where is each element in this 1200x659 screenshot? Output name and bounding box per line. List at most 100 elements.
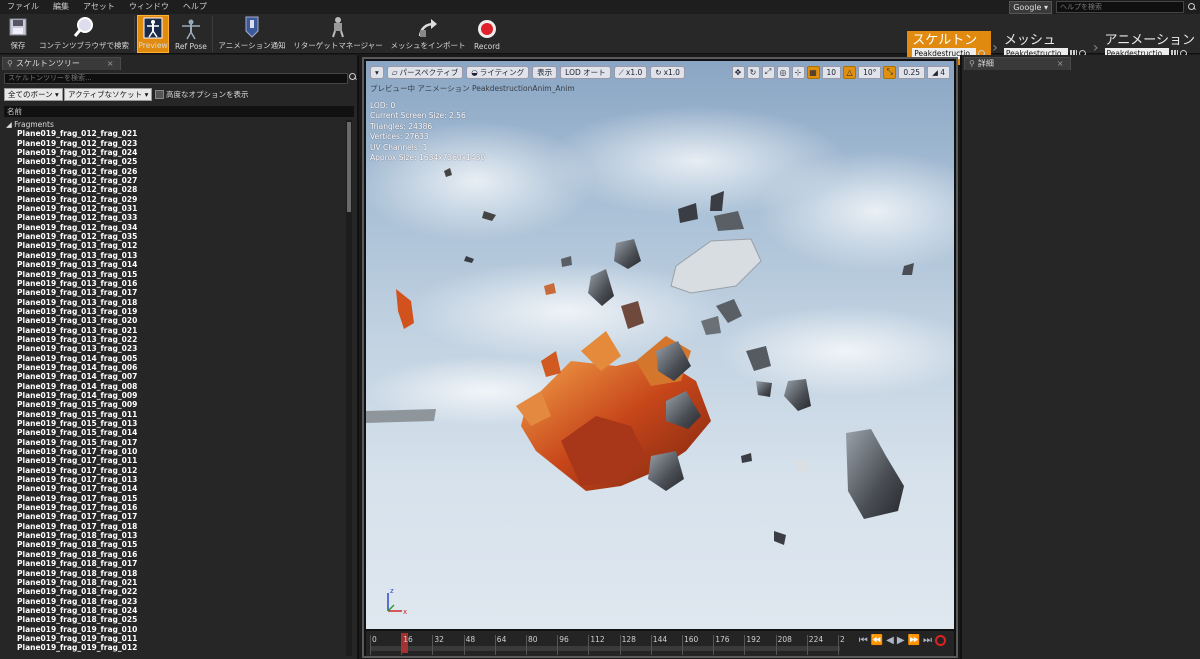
tree-item[interactable]: Plane019_frag_018_frag_013	[4, 531, 346, 540]
world-space-icon[interactable]: ◎	[776, 65, 790, 79]
tree-item[interactable]: Plane019_frag_018_frag_017	[4, 559, 346, 568]
preview-button[interactable]: Preview	[137, 15, 169, 53]
tree-item[interactable]: Plane019_frag_013_frag_022	[4, 335, 346, 344]
tree-item[interactable]: Plane019_frag_013_frag_013	[4, 251, 346, 260]
tree-item[interactable]: Plane019_frag_017_frag_018	[4, 522, 346, 531]
close-icon[interactable]: ×	[1057, 58, 1064, 70]
search-provider-dropdown[interactable]: Google ▾	[1009, 0, 1052, 14]
retarget-button[interactable]: リターゲットマネージャー	[290, 15, 386, 53]
skeleton-search-input[interactable]: スケルトンツリーを検索...	[4, 73, 348, 84]
turntable-speed-button[interactable]: ↻ x1.0	[650, 65, 685, 79]
tree-item[interactable]: Plane019_frag_018_frag_024	[4, 606, 346, 615]
tree-item[interactable]: Plane019_frag_017_frag_010	[4, 447, 346, 456]
tree-item[interactable]: Plane019_frag_017_frag_013	[4, 475, 346, 484]
scrollbar-thumb[interactable]	[347, 122, 351, 212]
socket-filter-dropdown[interactable]: アクティブなソケット ▾	[64, 88, 153, 101]
tree-item[interactable]: Plane019_frag_018_frag_016	[4, 550, 346, 559]
grid-snap-value[interactable]: 10	[821, 65, 842, 79]
tree-item[interactable]: Plane019_frag_019_frag_011	[4, 634, 346, 643]
tree-item[interactable]: Plane019_frag_013_frag_016	[4, 279, 346, 288]
tree-item[interactable]: Plane019_frag_018_frag_018	[4, 569, 346, 578]
tree-item[interactable]: Plane019_frag_017_frag_016	[4, 503, 346, 512]
tree-item[interactable]: Plane019_frag_019_frag_010	[4, 625, 346, 634]
search-icon[interactable]	[349, 73, 357, 81]
tree-item[interactable]: Plane019_frag_013_frag_017	[4, 288, 346, 297]
menu-edit[interactable]: 編集	[46, 0, 76, 14]
loop-record-icon[interactable]	[935, 635, 946, 646]
anim-notify-button[interactable]: アニメーション通知	[216, 15, 288, 53]
tree-item[interactable]: Plane019_frag_018_frag_025	[4, 615, 346, 624]
tree-item[interactable]: Plane019_frag_015_frag_011	[4, 410, 346, 419]
show-button[interactable]: 表示	[532, 65, 558, 79]
tree-item[interactable]: Plane019_frag_012_frag_031	[4, 204, 346, 213]
tree-item[interactable]: Plane019_frag_019_frag_012	[4, 643, 346, 652]
browse-button[interactable]: コンテンツブラウザで検索	[36, 15, 132, 53]
skip-to-end-icon[interactable]: ⏭	[923, 635, 932, 646]
tree-scrollbar[interactable]	[346, 120, 352, 656]
camera-speed-button[interactable]: ◢ 4	[927, 65, 950, 79]
import-mesh-button[interactable]: メッシュをインポート	[388, 15, 468, 53]
tree-item[interactable]: Plane019_frag_015_frag_013	[4, 419, 346, 428]
rotation-snap-icon[interactable]: △	[843, 65, 857, 79]
scale-snap-icon[interactable]: ⤡	[883, 65, 897, 79]
tree-item[interactable]: Plane019_frag_014_frag_007	[4, 372, 346, 381]
menu-help[interactable]: ヘルプ	[176, 0, 214, 14]
advanced-options-checkbox[interactable]	[155, 90, 164, 99]
tree-item[interactable]: Plane019_frag_012_frag_028	[4, 185, 346, 194]
tree-item[interactable]: Plane019_frag_012_frag_035	[4, 232, 346, 241]
tab-details[interactable]: ⚲ 詳細 ×	[964, 57, 1071, 70]
tree-item[interactable]: Plane019_frag_017_frag_011	[4, 456, 346, 465]
lighting-button[interactable]: ◒ ライティング	[466, 65, 530, 79]
tree-item[interactable]: Plane019_frag_017_frag_014	[4, 484, 346, 493]
tree-item[interactable]: Plane019_frag_012_frag_027	[4, 176, 346, 185]
tree-root-fragments[interactable]: ◢ Fragments	[4, 120, 346, 129]
tree-item[interactable]: Plane019_frag_013_frag_012	[4, 241, 346, 250]
tree-item[interactable]: Plane019_frag_013_frag_014	[4, 260, 346, 269]
perspective-button[interactable]: ▱ パースペクティブ	[386, 65, 464, 79]
timeline-scrubber[interactable]: 0 16 32 48 64 80 96 112 128 144 160 176 192 208 224 2	[370, 633, 845, 655]
play-icon[interactable]: ▶	[897, 635, 905, 646]
help-search-input[interactable]: ヘルプを検索	[1056, 1, 1184, 13]
search-icon[interactable]	[1188, 3, 1196, 11]
bone-filter-dropdown[interactable]: 全てのボーン ▾	[4, 88, 63, 101]
tree-item[interactable]: Plane019_frag_013_frag_019	[4, 307, 346, 316]
tree-item[interactable]: Plane019_frag_013_frag_020	[4, 316, 346, 325]
tree-item[interactable]: Plane019_frag_018_frag_023	[4, 597, 346, 606]
viewport-options-button[interactable]: ▾	[370, 65, 384, 79]
tree-item[interactable]: Plane019_frag_013_frag_021	[4, 326, 346, 335]
tree-item[interactable]: Plane019_frag_013_frag_023	[4, 344, 346, 353]
rotate-icon[interactable]: ↻	[746, 65, 760, 79]
tree-item[interactable]: Plane019_frag_012_frag_023	[4, 139, 346, 148]
playback-speed-button[interactable]: ⟋ x1.0	[613, 65, 648, 79]
tree-item[interactable]: Plane019_frag_017_frag_015	[4, 494, 346, 503]
tree-item[interactable]: Plane019_frag_018_frag_021	[4, 578, 346, 587]
tree-item[interactable]: Plane019_frag_015_frag_014	[4, 428, 346, 437]
grid-snap-icon[interactable]: ▦	[806, 65, 820, 79]
tree-item[interactable]: Plane019_frag_015_frag_009	[4, 400, 346, 409]
record-button[interactable]: Record	[470, 15, 504, 53]
tree-item[interactable]: Plane019_frag_012_frag_024	[4, 148, 346, 157]
name-column-header[interactable]: 名前	[4, 106, 354, 117]
tree-item[interactable]: Plane019_frag_012_frag_029	[4, 195, 346, 204]
scale-snap-value[interactable]: 0.25	[898, 65, 926, 79]
play-reverse-icon[interactable]: ◀	[886, 635, 894, 646]
menu-asset[interactable]: アセット	[76, 0, 122, 14]
tree-item[interactable]: Plane019_frag_014_frag_008	[4, 382, 346, 391]
rotation-snap-value[interactable]: 10°	[858, 65, 882, 79]
tree-item[interactable]: Plane019_frag_012_frag_034	[4, 223, 346, 232]
tree-item[interactable]: Plane019_frag_014_frag_005	[4, 354, 346, 363]
tree-item[interactable]: Plane019_frag_013_frag_015	[4, 270, 346, 279]
menu-window[interactable]: ウィンドウ	[122, 0, 176, 14]
tree-item[interactable]: Plane019_frag_012_frag_033	[4, 213, 346, 222]
skip-to-start-icon[interactable]: ⏮	[859, 635, 868, 646]
viewport-scene[interactable]: ▾ ▱ パースペクティブ ◒ ライティング 表示 LOD オート ⟋ x1.0 ↻ x1…	[366, 61, 954, 629]
ref-pose-button[interactable]: Ref Pose	[172, 15, 210, 53]
step-back-icon[interactable]: ⏪	[871, 635, 883, 646]
tree-item[interactable]: Plane019_frag_012_frag_025	[4, 157, 346, 166]
tree-item[interactable]: Plane019_frag_017_frag_017	[4, 512, 346, 521]
scale-icon[interactable]: ⤢	[761, 65, 775, 79]
step-forward-icon[interactable]: ⏩	[908, 635, 920, 646]
save-button[interactable]: 保存	[2, 15, 34, 53]
tree-item[interactable]: Plane019_frag_014_frag_006	[4, 363, 346, 372]
tree-item[interactable]: Plane019_frag_012_frag_021	[4, 129, 346, 138]
